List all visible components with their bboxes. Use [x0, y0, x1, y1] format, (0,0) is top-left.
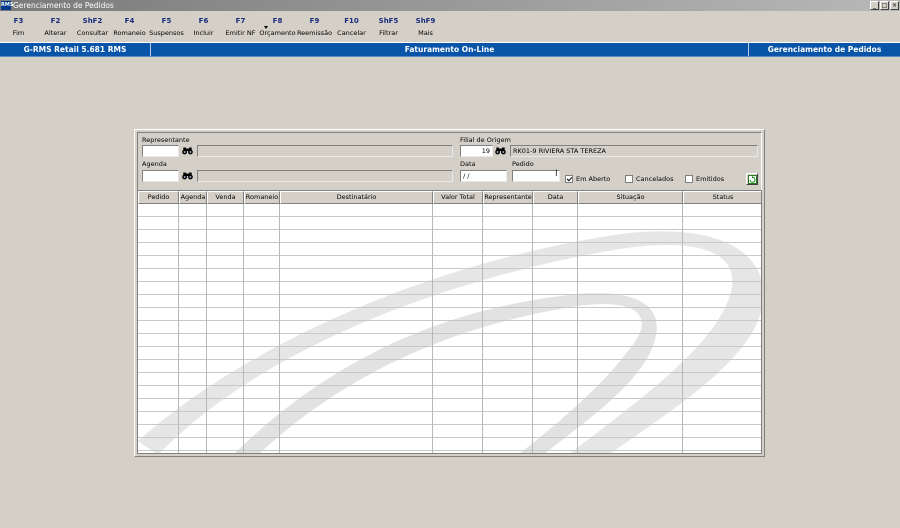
orcamento-label: Orçamento	[259, 29, 296, 37]
toolbar: F3 Fim F2 Alterar ShF2 Consultar F4 Romaneio…	[0, 11, 900, 41]
status-bar: G-RMS Retail 5.681 RMS Faturamento On-Li…	[0, 42, 900, 57]
romaneio-button[interactable]: F4 Romaneio	[111, 11, 148, 41]
romaneio-label: Romaneio	[113, 29, 146, 37]
fim-button[interactable]: F3 Fim	[0, 11, 37, 41]
close-button[interactable]: ×	[890, 1, 899, 10]
window-title: Gerenciamento de Pedidos	[13, 1, 114, 10]
romaneio-key: F4	[124, 17, 135, 25]
emitir-nf-dropdown-icon[interactable]	[264, 26, 268, 29]
representante-label: Representante	[142, 136, 190, 144]
emitir-nf-button[interactable]: F7 Emitir NF	[222, 11, 259, 41]
reemissao-button[interactable]: F9 Reemissão	[296, 11, 333, 41]
emitidos-label: Emitidos	[696, 175, 725, 183]
cancelar-key: F10	[344, 17, 359, 25]
col-situacao[interactable]: Situação	[578, 191, 683, 204]
emitidos-checkbox[interactable]: Emitidos	[685, 175, 724, 183]
version-label: G-RMS Retail 5.681 RMS	[0, 43, 151, 56]
col-status[interactable]: Status	[683, 191, 761, 204]
suspensos-label: Suspensos	[149, 29, 184, 37]
pedido-label: Pedido	[512, 160, 534, 168]
cancelados-label: Cancelados	[636, 175, 674, 183]
fim-label: Fim	[12, 29, 25, 37]
representante-search-icon[interactable]	[181, 145, 194, 157]
title-bar: RMS Gerenciamento de Pedidos _ □ ×	[0, 0, 900, 11]
filtrar-button[interactable]: ShF5 Filtrar	[370, 11, 407, 41]
reemissao-key: F9	[309, 17, 320, 25]
col-venda[interactable]: Venda	[207, 191, 244, 204]
refresh-icon	[747, 174, 757, 184]
incluir-button[interactable]: F6 Incluir	[185, 11, 222, 41]
emitir-nf-label: Emitir NF	[225, 29, 256, 37]
consultar-label: Consultar	[76, 29, 109, 37]
em-aberto-checkbox[interactable]: Em Aberto	[565, 175, 610, 183]
col-pedido[interactable]: Pedido	[138, 191, 179, 204]
representante-name-field	[197, 145, 453, 157]
screen-label: Gerenciamento de Pedidos	[767, 45, 882, 54]
module-label: Faturamento On-Line	[151, 43, 749, 56]
window-controls: _ □ ×	[870, 1, 899, 10]
filial-search-icon[interactable]	[494, 145, 507, 157]
em-aberto-label: Em Aberto	[576, 175, 611, 183]
filtrar-label: Filtrar	[379, 29, 398, 37]
filial-label: Filial de Origem	[460, 136, 511, 144]
col-agenda[interactable]: Agenda	[179, 191, 207, 204]
orders-grid[interactable]: Pedido Agenda Venda Romaneio Destinatári…	[137, 190, 762, 454]
reemissao-label: Reemissão	[296, 29, 333, 37]
consultar-key: ShF2	[82, 17, 103, 25]
maximize-button[interactable]: □	[880, 1, 889, 10]
incluir-label: Incluir	[193, 29, 214, 37]
consultar-button[interactable]: ShF2 Consultar	[74, 11, 111, 41]
emitir-nf-key: F7	[235, 17, 246, 25]
data-input[interactable]: / /	[460, 170, 507, 182]
data-label: Data	[460, 160, 476, 168]
mais-label: Mais	[418, 29, 433, 37]
mais-key: ShF9	[415, 17, 436, 25]
pedido-input[interactable]	[512, 170, 560, 182]
col-representante[interactable]: Representante	[483, 191, 533, 204]
app-icon: RMS	[1, 1, 14, 10]
col-valor-total[interactable]: Valor Total	[433, 191, 483, 204]
cancelar-button[interactable]: F10 Cancelar	[333, 11, 370, 41]
alterar-label: Alterar	[44, 29, 67, 37]
grid-header: Pedido Agenda Venda Romaneio Destinatári…	[138, 191, 761, 204]
cancelados-check-icon[interactable]	[625, 175, 633, 183]
cancelar-label: Cancelar	[337, 29, 366, 37]
filial-name-field: RK01-9 RIVIERA STA TEREZA	[510, 145, 758, 157]
mais-button[interactable]: ShF9 Mais	[407, 11, 444, 41]
col-destinatario[interactable]: Destinatário	[280, 191, 433, 204]
alterar-button[interactable]: F2 Alterar	[37, 11, 74, 41]
suspensos-key: F5	[161, 17, 172, 25]
em-aberto-check-icon[interactable]	[565, 175, 573, 183]
text-cursor-icon: I	[555, 169, 558, 179]
agenda-name-field	[197, 170, 453, 182]
refresh-button[interactable]	[746, 173, 758, 185]
orcamento-key: F8	[272, 17, 283, 25]
suspensos-button[interactable]: F5 Suspensos	[148, 11, 185, 41]
filial-code-input[interactable]: 19	[460, 145, 493, 157]
cancelados-checkbox[interactable]: Cancelados	[625, 175, 674, 183]
fim-key: F3	[13, 17, 24, 25]
filtrar-key: ShF5	[378, 17, 399, 25]
grid-lines	[138, 204, 761, 453]
agenda-label: Agenda	[142, 160, 167, 168]
alterar-key: F2	[50, 17, 61, 25]
emitidos-check-icon[interactable]	[685, 175, 693, 183]
col-data[interactable]: Data	[533, 191, 578, 204]
agenda-search-icon[interactable]	[181, 170, 194, 182]
col-romaneio[interactable]: Romaneio	[244, 191, 280, 204]
incluir-key: F6	[198, 17, 209, 25]
representante-code-input[interactable]	[142, 145, 179, 157]
minimize-button[interactable]: _	[870, 1, 879, 10]
agenda-code-input[interactable]	[142, 170, 179, 182]
